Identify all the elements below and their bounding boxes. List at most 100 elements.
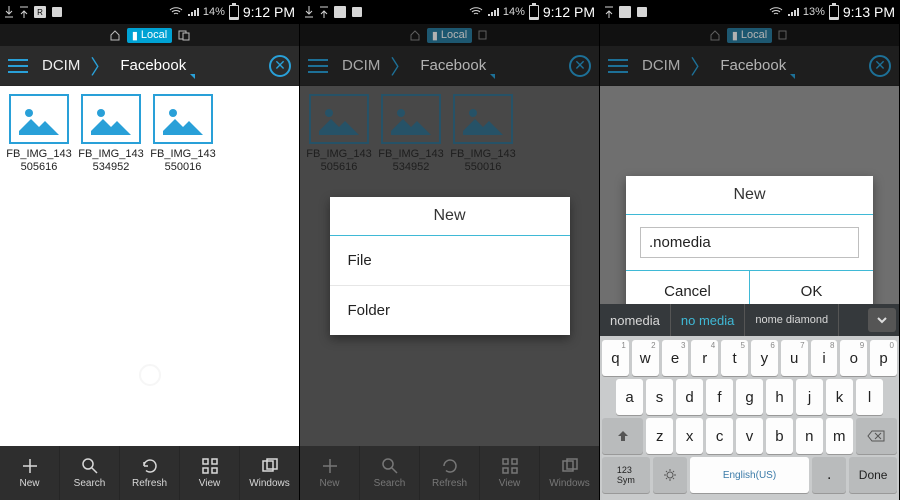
key-s[interactable]: s: [646, 379, 673, 415]
file-item[interactable]: FB_IMG_143534952: [78, 94, 144, 174]
menu-icon[interactable]: [304, 59, 332, 73]
wifi-icon: [469, 6, 483, 18]
chevron-right-icon: 〉: [690, 51, 710, 80]
key-b[interactable]: b: [766, 418, 793, 454]
key-i[interactable]: i8: [811, 340, 838, 376]
devices-icon[interactable]: [478, 29, 490, 41]
signal-icon: [187, 6, 199, 18]
key-h[interactable]: h: [766, 379, 793, 415]
signal-icon: [787, 6, 799, 18]
dropdown-icon[interactable]: [490, 74, 495, 79]
key-p[interactable]: p0: [870, 340, 897, 376]
key-c[interactable]: c: [706, 418, 733, 454]
key-t[interactable]: t5: [721, 340, 748, 376]
bottom-toolbar: New Search Refresh View Windows: [0, 446, 299, 500]
home-icon[interactable]: [709, 29, 721, 41]
dialog-title: New: [626, 176, 873, 215]
new-dialog: New File Folder: [330, 197, 570, 335]
tab-local[interactable]: ▮ Local: [427, 28, 472, 43]
key-w[interactable]: w2: [632, 340, 659, 376]
close-icon[interactable]: ✕: [269, 55, 291, 77]
rx-icon: [334, 6, 346, 18]
key-f[interactable]: f: [706, 379, 733, 415]
search-button[interactable]: Search: [360, 446, 420, 500]
tab-local[interactable]: ▮ Local: [727, 28, 772, 43]
shift-key[interactable]: [602, 418, 643, 454]
home-icon[interactable]: [109, 29, 121, 41]
new-button[interactable]: New: [0, 446, 60, 500]
key-z[interactable]: z: [646, 418, 673, 454]
bottom-toolbar: New Search Refresh View Windows: [300, 446, 599, 500]
file-item[interactable]: FB_IMG_143505616: [6, 94, 72, 174]
refresh-button[interactable]: Refresh: [420, 446, 480, 500]
devices-icon[interactable]: [778, 29, 790, 41]
key-o[interactable]: o9: [840, 340, 867, 376]
symbols-key[interactable]: 123 Sym: [602, 457, 650, 493]
suggestion-bar: nomedia no media nome diamond: [600, 304, 899, 336]
key-x[interactable]: x: [676, 418, 703, 454]
backspace-key[interactable]: [856, 418, 897, 454]
file-item[interactable]: FB_IMG_143550016: [150, 94, 216, 174]
key-y[interactable]: y6: [751, 340, 778, 376]
period-key[interactable]: .: [812, 457, 846, 493]
option-file[interactable]: File: [330, 236, 570, 286]
close-icon[interactable]: ✕: [869, 55, 891, 77]
key-a[interactable]: a: [616, 379, 643, 415]
filename-input[interactable]: [640, 227, 859, 258]
modal-overlay[interactable]: New File Folder: [300, 86, 599, 446]
key-d[interactable]: d: [676, 379, 703, 415]
battery-percent: 14%: [203, 6, 225, 18]
devices-icon[interactable]: [178, 29, 190, 41]
crumb-root[interactable]: DCIM: [32, 57, 90, 74]
search-button[interactable]: Search: [60, 446, 120, 500]
windows-button[interactable]: Windows: [240, 446, 299, 500]
menu-icon[interactable]: [604, 59, 632, 73]
view-button[interactable]: View: [480, 446, 540, 500]
refresh-button[interactable]: Refresh: [120, 446, 180, 500]
key-r[interactable]: r4: [691, 340, 718, 376]
crumb-current[interactable]: Facebook: [110, 57, 196, 74]
status-bar: R 14% 9:12 PM: [0, 0, 299, 24]
key-e[interactable]: e3: [662, 340, 689, 376]
download-icon: [304, 6, 314, 18]
suggestion[interactable]: nome diamond: [745, 304, 839, 336]
menu-icon[interactable]: [4, 59, 32, 73]
key-u[interactable]: u7: [781, 340, 808, 376]
space-key[interactable]: English(US): [690, 457, 809, 493]
key-j[interactable]: j: [796, 379, 823, 415]
svg-text:R: R: [37, 8, 43, 17]
home-icon[interactable]: [409, 29, 421, 41]
option-folder[interactable]: Folder: [330, 286, 570, 335]
close-icon[interactable]: ✕: [569, 55, 591, 77]
battery-icon: [229, 5, 239, 20]
view-button[interactable]: View: [180, 446, 240, 500]
tab-local[interactable]: ▮ Local: [127, 28, 172, 43]
key-g[interactable]: g: [736, 379, 763, 415]
key-v[interactable]: v: [736, 418, 763, 454]
file-name: FB_IMG_143505616: [6, 148, 72, 174]
new-button[interactable]: New: [300, 446, 360, 500]
key-l[interactable]: l: [856, 379, 883, 415]
dropdown-icon[interactable]: [790, 74, 795, 79]
key-m[interactable]: m: [826, 418, 853, 454]
dialog-title: New: [330, 197, 570, 236]
windows-button[interactable]: Windows: [540, 446, 599, 500]
key-n[interactable]: n: [796, 418, 823, 454]
key-q[interactable]: q1: [602, 340, 629, 376]
crumb-current[interactable]: Facebook: [410, 57, 496, 74]
panel-3: 13% 9:13 PM ▮ Local DCIM 〉 Facebook ✕ Ne…: [600, 0, 900, 500]
clock: 9:12 PM: [243, 4, 295, 20]
chevron-down-icon[interactable]: [868, 308, 896, 332]
done-key[interactable]: Done: [849, 457, 897, 493]
file-grid: FB_IMG_143505616 FB_IMG_143534952 FB_IMG…: [300, 86, 599, 446]
crumb-root[interactable]: DCIM: [632, 57, 690, 74]
clipboard-icon: [51, 6, 63, 18]
crumb-current[interactable]: Facebook: [710, 57, 796, 74]
dropdown-icon[interactable]: [190, 74, 195, 79]
clock: 9:13 PM: [843, 4, 895, 20]
suggestion[interactable]: nomedia: [600, 304, 671, 336]
suggestion[interactable]: no media: [671, 304, 745, 336]
crumb-root[interactable]: DCIM: [332, 57, 390, 74]
settings-key[interactable]: [653, 457, 687, 493]
key-k[interactable]: k: [826, 379, 853, 415]
